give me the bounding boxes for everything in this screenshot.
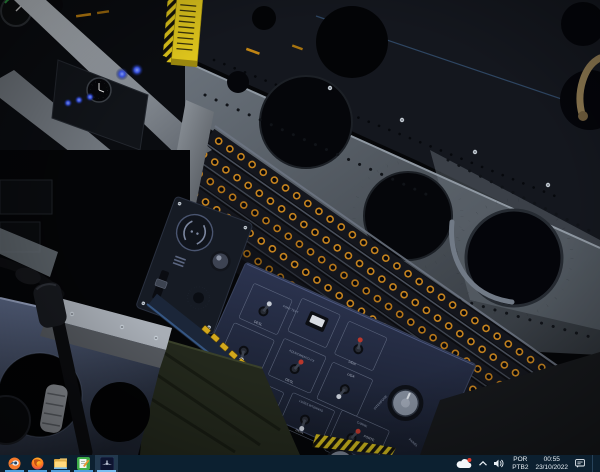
onedrive-cloud-icon[interactable] bbox=[456, 458, 472, 469]
clock-time: 00:55 bbox=[535, 456, 568, 464]
vignette bbox=[0, 0, 600, 455]
language-indicator[interactable]: POR PTB2 bbox=[512, 456, 528, 471]
text-editor-icon bbox=[77, 457, 90, 470]
taskbar: POR PTB2 00:55 23/10/2022 bbox=[0, 455, 600, 472]
flight-sim-viewport[interactable]: DESL PONT TEXT LIGA AQUECIMENTO PX DESL … bbox=[0, 0, 600, 455]
taskbar-app-firefox[interactable] bbox=[26, 455, 49, 472]
firefox-icon bbox=[31, 457, 44, 470]
action-center-icon[interactable] bbox=[575, 459, 585, 468]
clock-date: 23/10/2022 bbox=[535, 464, 568, 472]
desktop: DESL PONT TEXT LIGA AQUECIMENTO PX DESL … bbox=[0, 0, 600, 472]
blender-icon bbox=[8, 457, 21, 470]
taskbar-app-blender[interactable] bbox=[3, 455, 26, 472]
taskbar-app-file-explorer[interactable] bbox=[49, 455, 72, 472]
system-tray: POR PTB2 00:55 23/10/2022 bbox=[456, 455, 600, 472]
speaker-icon[interactable] bbox=[494, 459, 505, 468]
clock[interactable]: 00:55 23/10/2022 bbox=[535, 456, 568, 471]
taskbar-app-flight-sim[interactable] bbox=[95, 455, 118, 472]
language-code: POR bbox=[512, 456, 528, 464]
taskbar-app-text-editor[interactable] bbox=[72, 455, 95, 472]
hidden-icons-chevron[interactable] bbox=[479, 461, 487, 466]
show-desktop-button[interactable] bbox=[592, 455, 596, 472]
flight-sim-icon bbox=[100, 457, 114, 471]
keyboard-layout: PTB2 bbox=[512, 464, 528, 472]
file-explorer-icon bbox=[54, 458, 68, 470]
taskbar-apps bbox=[0, 455, 118, 472]
